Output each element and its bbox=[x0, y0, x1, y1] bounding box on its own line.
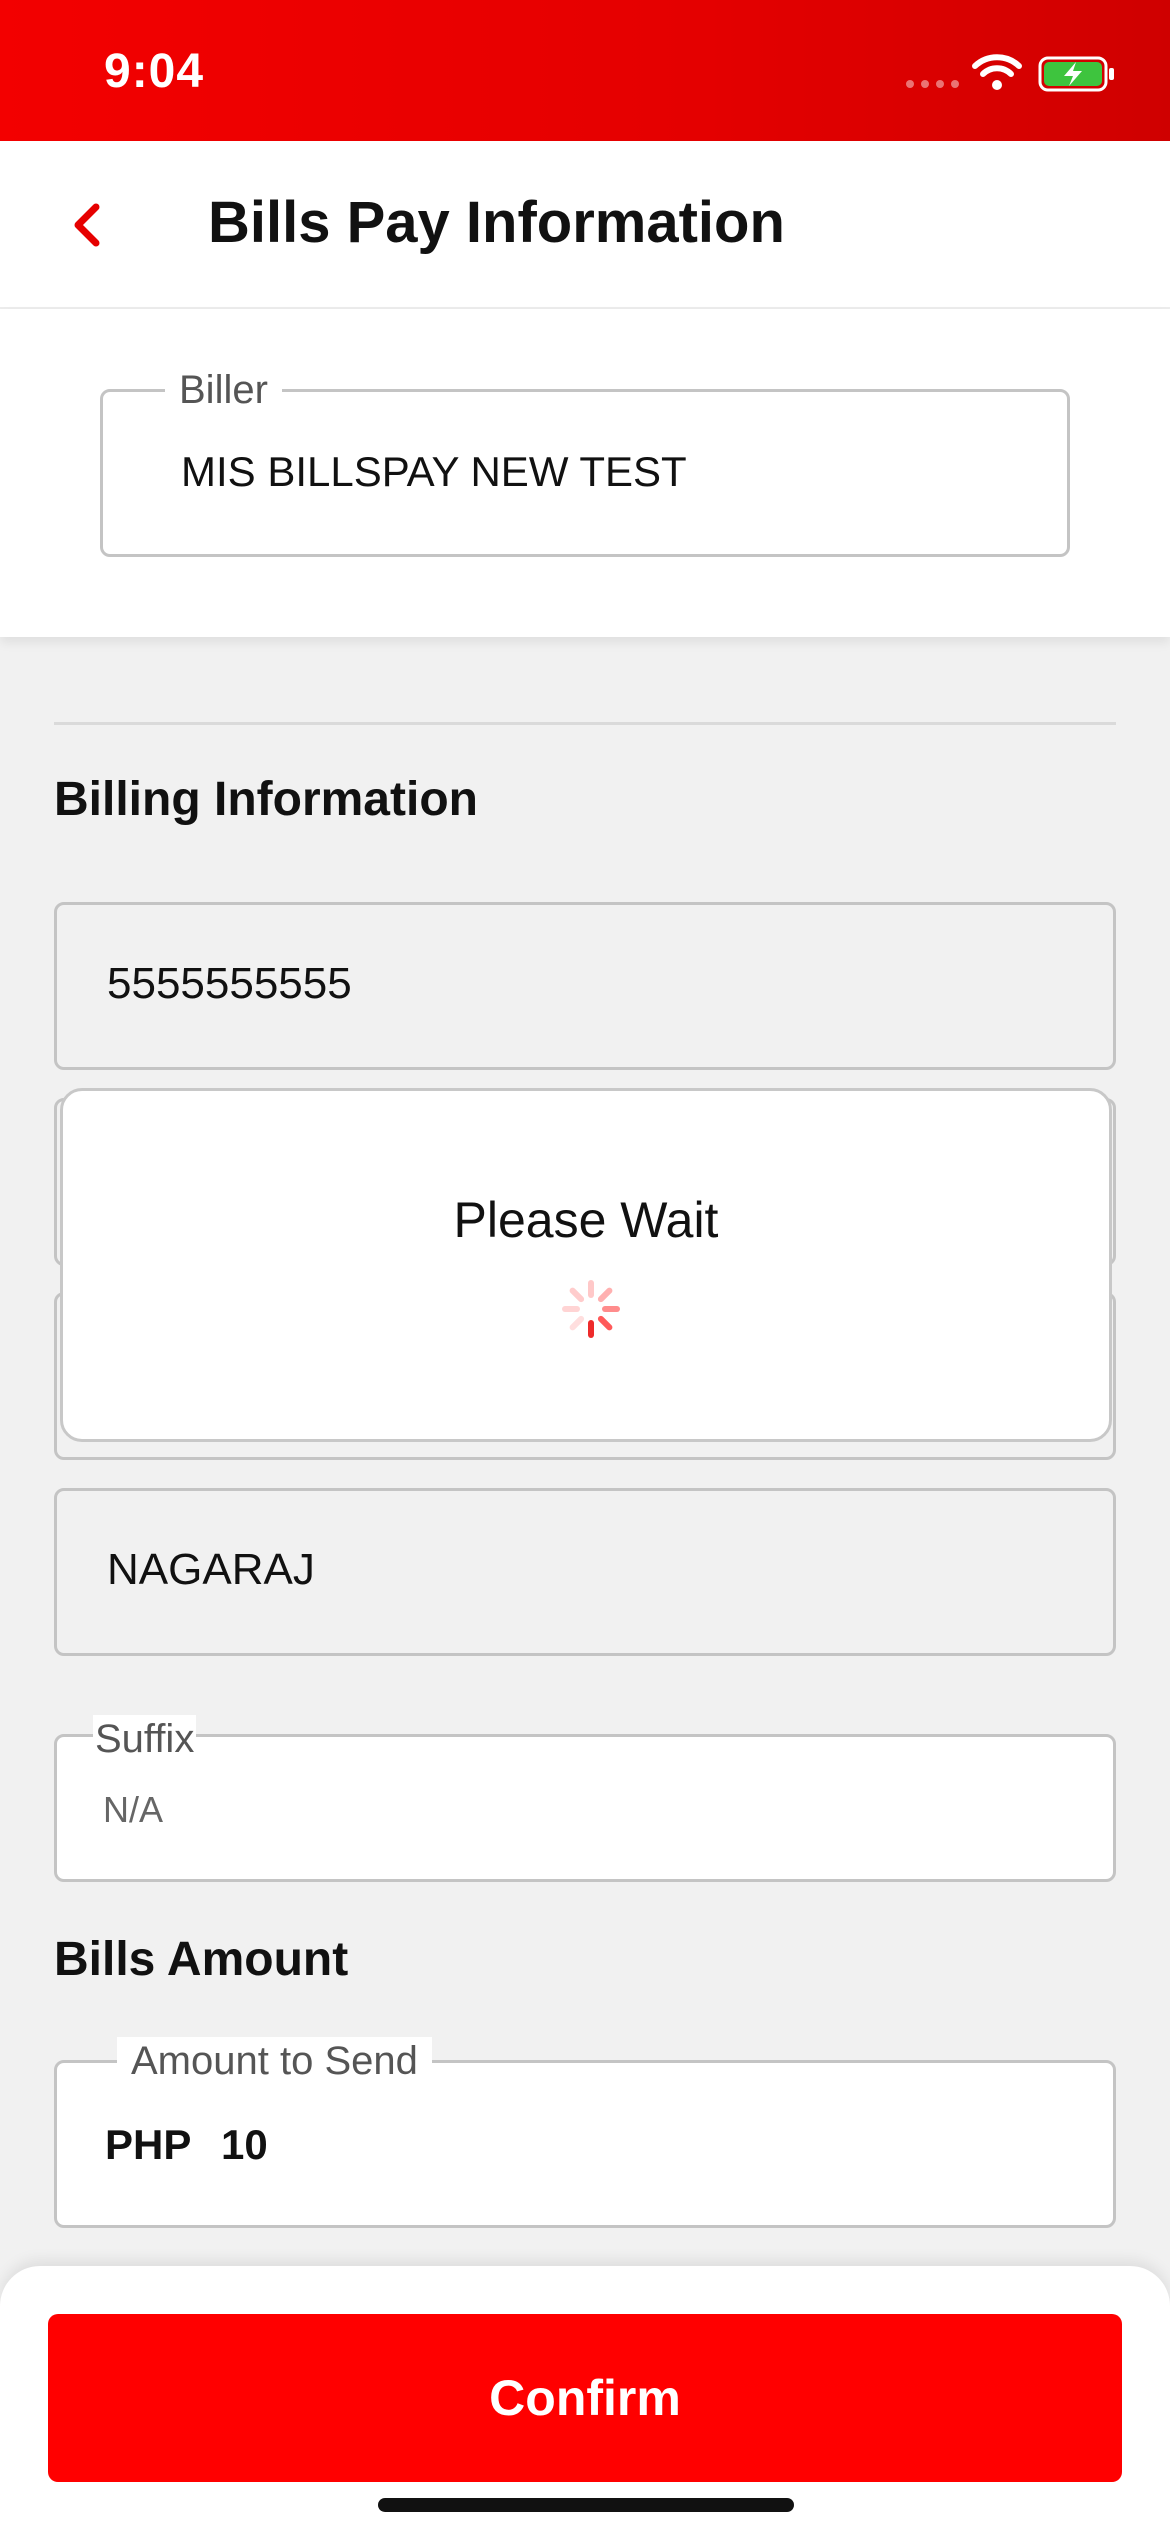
loading-message: Please Wait bbox=[453, 1192, 719, 1248]
amount-to-send-label: Amount to Send bbox=[117, 2037, 432, 2085]
account-number-field[interactable]: 5555555555 bbox=[54, 902, 1116, 1070]
currency-code: PHP bbox=[105, 2121, 192, 2168]
section-divider bbox=[54, 722, 1116, 725]
biller-label: Biller bbox=[165, 366, 282, 414]
amount-value: 10 bbox=[221, 2121, 268, 2168]
back-chevron-icon[interactable] bbox=[66, 199, 110, 251]
status-time: 9:04 bbox=[104, 45, 205, 98]
page-title: Bills Pay Information bbox=[208, 190, 785, 255]
biller-field[interactable]: Biller MIS BILLSPAY NEW TEST bbox=[100, 366, 1070, 557]
loading-spinner-icon bbox=[562, 1280, 620, 1338]
loading-dialog: Please Wait bbox=[60, 1088, 1112, 1442]
suffix-field[interactable]: Suffix N/A bbox=[54, 1715, 1116, 1882]
biller-value: MIS BILLSPAY NEW TEST bbox=[181, 448, 687, 495]
amount-to-send-field[interactable]: Amount to Send PHP 10 bbox=[54, 2037, 1116, 2228]
confirm-button[interactable]: Confirm bbox=[48, 2314, 1122, 2482]
bills-pay-screen: 9:04 Bills Pay Information Biller MIS BI… bbox=[0, 0, 1170, 2532]
account-number-value: 5555555555 bbox=[107, 959, 352, 1008]
nav-header: Bills Pay Information bbox=[0, 141, 1170, 309]
battery-charging-icon bbox=[1038, 56, 1114, 92]
bills-amount-title: Bills Amount bbox=[54, 1933, 349, 1986]
first-name-value: NAGARAJ bbox=[107, 1545, 315, 1594]
wifi-icon bbox=[972, 54, 1022, 90]
biller-card: Biller MIS BILLSPAY NEW TEST bbox=[0, 309, 1170, 637]
status-bar: 9:04 bbox=[0, 0, 1170, 141]
billing-information-title: Billing Information bbox=[54, 773, 478, 826]
first-name-field[interactable]: NAGARAJ bbox=[54, 1488, 1116, 1656]
bottom-action-sheet: Confirm bbox=[0, 2266, 1170, 2532]
home-indicator bbox=[378, 2498, 794, 2512]
cellular-signal-icon bbox=[906, 80, 959, 88]
suffix-label: Suffix bbox=[93, 1715, 197, 1763]
suffix-value: N/A bbox=[103, 1789, 164, 1830]
